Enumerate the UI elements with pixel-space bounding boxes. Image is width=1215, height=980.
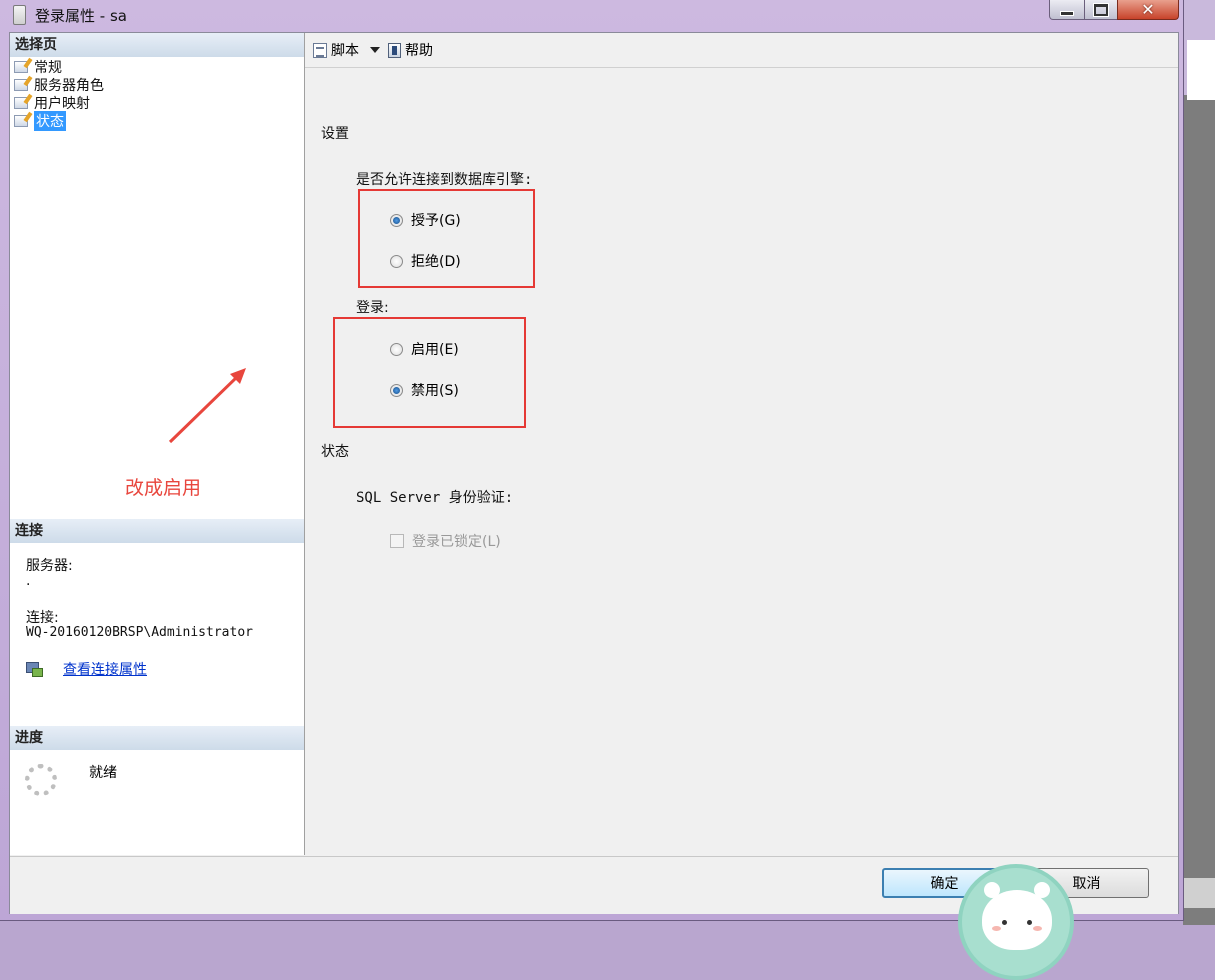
chevron-down-icon[interactable] (370, 47, 380, 53)
page-icon (14, 79, 28, 91)
close-button[interactable]: ✕ (1117, 0, 1179, 20)
enable-radio-row[interactable]: 启用(E) (390, 339, 459, 359)
background-window-edge (1187, 40, 1215, 100)
page-item-label: 服务器角色 (34, 78, 104, 94)
select-page-header: 选择页 (10, 33, 304, 57)
enable-label: 启用(E) (411, 342, 459, 358)
help-icon (388, 42, 401, 58)
progress-status: 就绪 (89, 765, 117, 781)
annotation-text: 改成启用 (125, 477, 202, 499)
page-icon (14, 97, 28, 109)
dialog-client-area: 选择页 常规 服务器角色 用户映射 状态 改成启用 连接 服务器: . 连接: … (9, 32, 1179, 914)
sql-auth-label: SQL Server 身份验证: (356, 490, 514, 506)
background-desktop (1183, 0, 1215, 925)
deny-radio[interactable] (390, 254, 403, 268)
view-connection-properties-link[interactable]: 查看连接属性 (63, 659, 147, 679)
help-label: 帮助 (405, 43, 433, 59)
page-item-general[interactable]: 常规 (14, 58, 104, 76)
minimize-icon (1060, 11, 1074, 16)
settings-title: 设置 (321, 126, 349, 142)
login-label: 登录: (356, 300, 389, 316)
script-button[interactable]: 脚本 (313, 40, 380, 60)
progress-header: 进度 (10, 726, 304, 750)
login-locked-row: 登录已锁定(L) (390, 531, 501, 551)
connection-properties-icon (26, 662, 43, 677)
grant-radio[interactable] (390, 213, 403, 227)
page-item-user-mapping[interactable]: 用户映射 (14, 94, 104, 112)
minimize-button[interactable] (1049, 0, 1085, 20)
mascot-watermark-icon (958, 864, 1074, 980)
connection-value: WQ-20160120BRSP\Administrator (26, 625, 253, 640)
status-title: 状态 (321, 444, 349, 460)
disable-radio[interactable] (390, 383, 403, 397)
mascot-eye (1002, 920, 1007, 925)
page-icon (14, 115, 28, 127)
page-icon (14, 61, 28, 73)
deny-radio-row[interactable]: 拒绝(D) (390, 251, 461, 271)
highlight-box-login (333, 317, 526, 428)
connection-label: 连接: (26, 610, 59, 626)
grant-radio-row[interactable]: 授予(G) (390, 210, 461, 230)
deny-label: 拒绝(D) (411, 254, 461, 270)
enable-radio[interactable] (390, 342, 403, 356)
page-item-status[interactable]: 状态 (14, 111, 104, 131)
progress-spinner-icon (25, 764, 57, 796)
close-icon: ✕ (1141, 0, 1155, 19)
annotation-arrow (168, 368, 246, 444)
window-title: 登录属性 - sa (35, 7, 127, 25)
background-window-edge-bottom (1183, 878, 1215, 908)
help-button[interactable]: 帮助 (388, 40, 433, 60)
toolbar: 脚本 帮助 (305, 33, 1178, 68)
page-item-label: 用户映射 (34, 96, 90, 112)
script-icon (313, 42, 327, 58)
page-item-server-roles[interactable]: 服务器角色 (14, 76, 104, 94)
view-connection-properties-row: 查看连接属性 (26, 659, 147, 679)
highlight-box-permission (358, 189, 535, 288)
disable-radio-row[interactable]: 禁用(S) (390, 380, 459, 400)
script-label: 脚本 (331, 43, 359, 59)
page-item-label: 状态 (34, 111, 66, 131)
server-label: 服务器: (26, 558, 73, 574)
grant-label: 授予(G) (411, 213, 461, 229)
login-locked-checkbox (390, 534, 404, 548)
permission-label: 是否允许连接到数据库引擎: (356, 172, 533, 188)
annotation-arrow-line (168, 374, 240, 444)
mascot-blush (992, 926, 1001, 931)
window-app-icon (13, 5, 26, 25)
page-list: 常规 服务器角色 用户映射 状态 (14, 58, 104, 131)
connection-header: 连接 (10, 519, 304, 543)
left-panel: 选择页 常规 服务器角色 用户映射 状态 改成启用 连接 服务器: . 连接: … (10, 33, 305, 855)
mascot-blush (1033, 926, 1042, 931)
maximize-button[interactable] (1084, 0, 1118, 20)
disable-label: 禁用(S) (411, 383, 459, 399)
mascot-face (982, 890, 1052, 950)
maximize-icon (1094, 3, 1108, 16)
title-bar[interactable]: 登录属性 - sa ✕ (0, 0, 1183, 30)
page-item-label: 常规 (34, 60, 62, 76)
mascot-eye (1027, 920, 1032, 925)
login-properties-window: 登录属性 - sa ✕ 选择页 常规 服务器角色 用户映射 状态 改成启用 连接… (0, 0, 1184, 921)
status-page-content: 设置 是否允许连接到数据库引擎: 授予(G) 拒绝(D) 登录: 启用(E) 禁… (305, 68, 1178, 855)
server-value: . (26, 573, 31, 589)
login-locked-label: 登录已锁定(L) (412, 534, 501, 550)
